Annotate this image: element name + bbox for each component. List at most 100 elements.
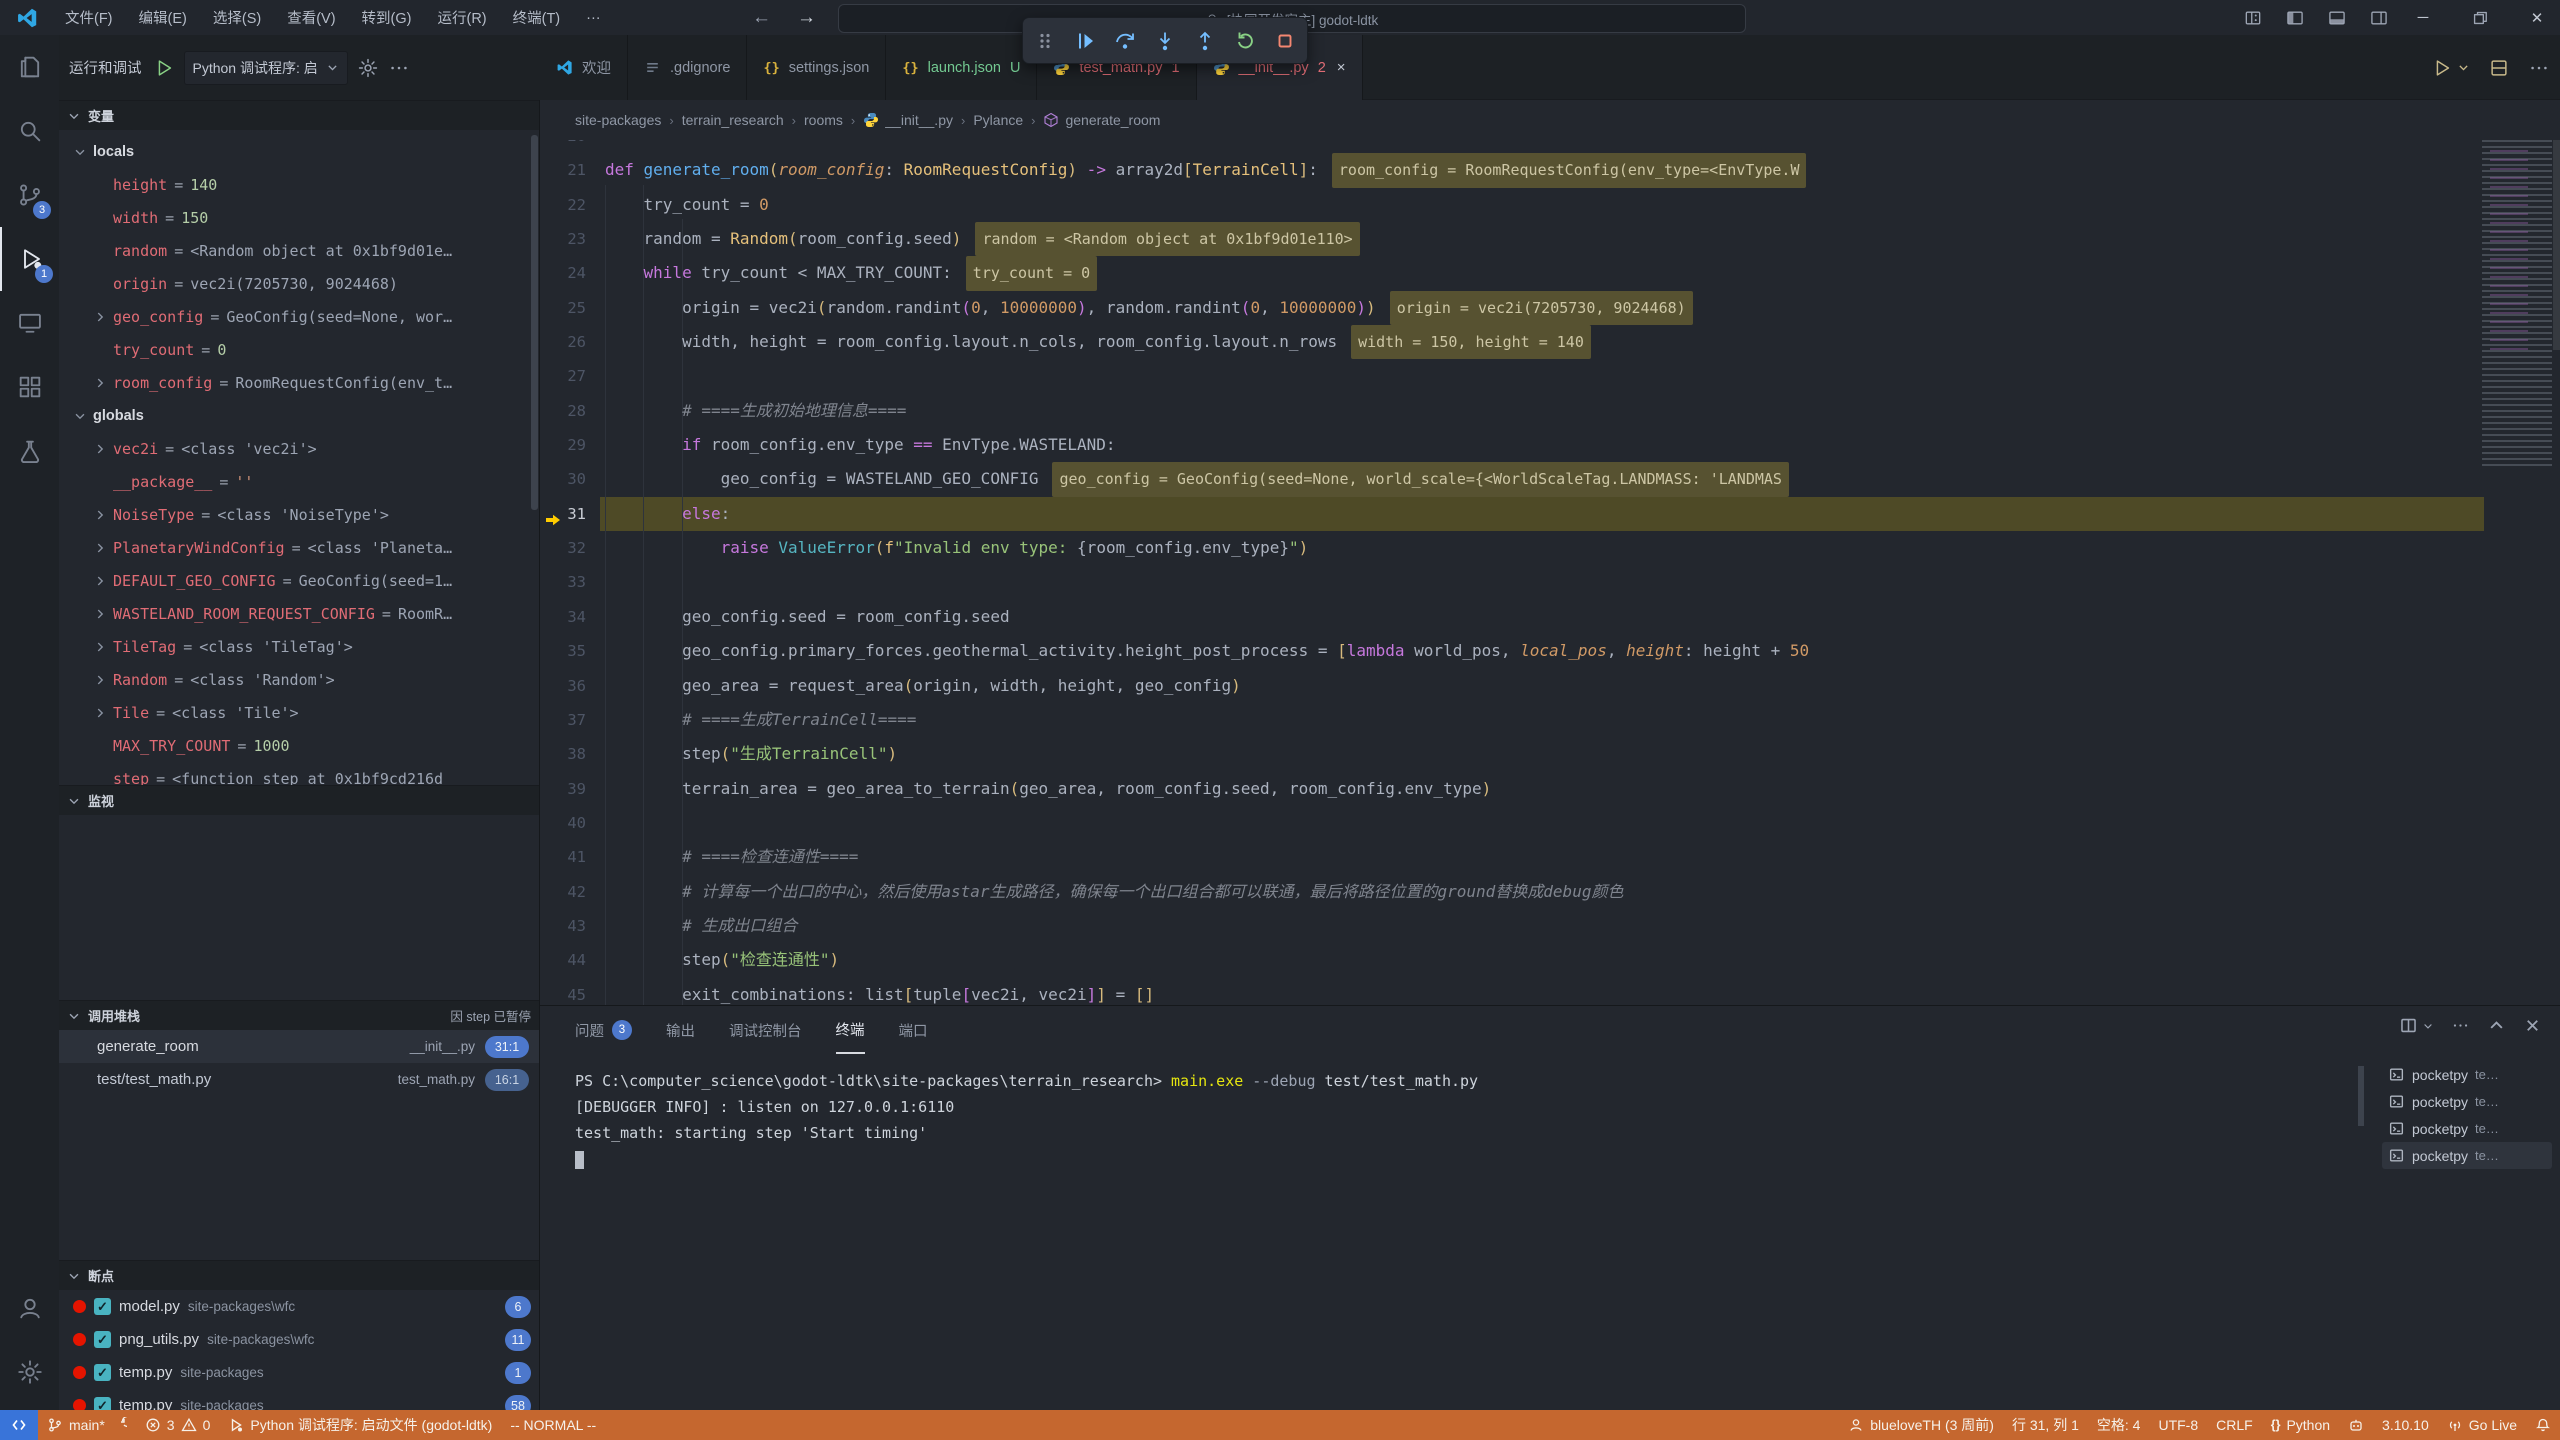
variable-row[interactable]: WASTELAND_ROOM_REQUEST_CONFIG=RoomR…	[59, 597, 539, 630]
more-actions-icon[interactable]	[2528, 57, 2550, 79]
status-debug-status[interactable]: Python 调试程序: 启动文件 (godot-ldtk)	[219, 1410, 501, 1440]
restart-icon[interactable]	[1233, 29, 1257, 53]
breadcrumb-item[interactable]: rooms	[804, 112, 843, 128]
status-python-version[interactable]: 3.10.10	[2373, 1410, 2438, 1440]
terminal-scrollbar[interactable]	[2358, 1066, 2364, 1126]
close-icon[interactable]: ×	[1337, 59, 1346, 76]
menu-item-V[interactable]: 查看(V)	[274, 0, 348, 35]
activity-item-explorer[interactable]	[0, 35, 59, 99]
menu-item-G[interactable]: 转到(G)	[349, 0, 425, 35]
debug-more-icon[interactable]	[388, 57, 410, 79]
customize-layout-icon[interactable]	[2243, 8, 2263, 28]
status-git-branch[interactable]: main*	[38, 1410, 136, 1440]
terminal-instance[interactable]: pocketpyte…	[2382, 1142, 2552, 1169]
variable-row[interactable]: width=150	[59, 201, 539, 234]
panel-tab-终端[interactable]: 终端	[836, 1006, 865, 1054]
breadcrumb-item[interactable]: generate_room	[1043, 112, 1160, 128]
variable-row[interactable]: room_config=RoomRequestConfig(env_t…	[59, 366, 539, 399]
activity-item-source-control[interactable]: 3	[0, 163, 59, 227]
variable-row[interactable]: MAX_TRY_COUNT=1000	[59, 729, 539, 762]
menu-item-R[interactable]: 运行(R)	[424, 0, 499, 35]
code-editor[interactable]: 2021def generate_room(room_config: RoomR…	[540, 140, 2560, 1005]
variable-scope-locals[interactable]: locals	[59, 135, 539, 168]
panel-tab-输出[interactable]: 输出	[666, 1006, 695, 1054]
breakpoint-row[interactable]: ✓temp.pysite-packages1	[59, 1356, 539, 1389]
status-vim-mode[interactable]: -- NORMAL --	[501, 1410, 605, 1440]
debug-settings-gear-icon[interactable]	[357, 57, 379, 79]
terminal-instance[interactable]: pocketpyte…	[2382, 1115, 2552, 1142]
status-copilot[interactable]	[2339, 1410, 2373, 1440]
stop-icon[interactable]	[1273, 29, 1297, 53]
back-arrow-icon[interactable]: ←	[752, 7, 771, 29]
status-go-live[interactable]: Go Live	[2438, 1410, 2526, 1440]
variable-row[interactable]: NoiseType=<class 'NoiseType'>	[59, 498, 539, 531]
activity-item-extensions[interactable]	[0, 355, 59, 419]
restore-button[interactable]	[2457, 8, 2503, 28]
sidebar-scrollbar[interactable]	[531, 135, 538, 510]
panel-tab-端口[interactable]: 端口	[899, 1006, 928, 1054]
toggle-secondary-sidebar-icon[interactable]	[2369, 8, 2389, 28]
menu-item-E[interactable]: 编辑(E)	[126, 0, 200, 35]
status-git-blame[interactable]: blueloveTH (3 周前)	[1839, 1410, 2003, 1440]
activity-item-run-and-debug[interactable]: 1	[0, 227, 61, 291]
variable-row[interactable]: random=<Random object at 0x1bf9d01e…	[59, 234, 539, 267]
debug-config-select[interactable]: Python 调试程序: 启	[184, 51, 348, 85]
step-out-icon[interactable]	[1193, 29, 1217, 53]
checkbox-checked-icon[interactable]: ✓	[94, 1298, 111, 1315]
breakpoints-section-header[interactable]: 断点	[59, 1260, 539, 1290]
continue-icon[interactable]	[1073, 29, 1097, 53]
variable-row[interactable]: height=140	[59, 168, 539, 201]
activity-item-accounts[interactable]	[0, 1276, 59, 1340]
stack-frame[interactable]: test/test_math.pytest_math.py16:1	[59, 1063, 539, 1096]
variable-row[interactable]: Tile=<class 'Tile'>	[59, 696, 539, 729]
split-editor-icon[interactable]	[2488, 57, 2510, 79]
variable-row[interactable]: step=<function step at 0x1bf9cd216d	[59, 762, 539, 785]
variable-row[interactable]: TileTag=<class 'TileTag'>	[59, 630, 539, 663]
minimize-button[interactable]: ─	[2400, 0, 2446, 35]
menu-item-[interactable]: ···	[573, 0, 614, 35]
activity-item-search[interactable]	[0, 99, 59, 163]
status-problems[interactable]: 30	[136, 1410, 220, 1440]
breadcrumb-item[interactable]: terrain_research	[682, 112, 784, 128]
variable-row[interactable]: DEFAULT_GEO_CONFIG=GeoConfig(seed=1…	[59, 564, 539, 597]
variable-row[interactable]: vec2i=<class 'vec2i'>	[59, 432, 539, 465]
activity-item-remote-explorer[interactable]	[0, 291, 59, 355]
start-debug-icon[interactable]	[153, 57, 175, 79]
tab-settings.json[interactable]: {}settings.json	[747, 35, 886, 100]
breadcrumb-item[interactable]: Pylance	[973, 112, 1023, 128]
panel-tab-调试控制台[interactable]: 调试控制台	[729, 1006, 802, 1054]
status-language[interactable]: {}Python	[2262, 1410, 2339, 1440]
panel-tab-问题[interactable]: 问题3	[575, 1006, 632, 1054]
variable-row[interactable]: try_count=0	[59, 333, 539, 366]
checkbox-checked-icon[interactable]: ✓	[94, 1364, 111, 1381]
toggle-panel-icon[interactable]	[2327, 8, 2347, 28]
breakpoint-row[interactable]: ✓model.pysite-packages\wfc6	[59, 1290, 539, 1323]
stack-frame[interactable]: generate_room__init__.py31:1	[59, 1030, 539, 1063]
tab-[interactable]: 欢迎	[540, 35, 628, 100]
toggle-sidebar-icon[interactable]	[2285, 8, 2305, 28]
breadcrumb-item[interactable]: site-packages	[575, 112, 661, 128]
variable-row[interactable]: __package__=''	[59, 465, 539, 498]
checkbox-checked-icon[interactable]: ✓	[94, 1331, 111, 1348]
variable-row[interactable]: PlanetaryWindConfig=<class 'Planeta…	[59, 531, 539, 564]
menu-item-T[interactable]: 终端(T)	[500, 0, 574, 35]
step-into-icon[interactable]	[1153, 29, 1177, 53]
breadcrumb-item[interactable]: __init__.py	[863, 112, 953, 128]
chevron-down-icon[interactable]	[2457, 61, 2470, 74]
variable-row[interactable]: Random=<class 'Random'>	[59, 663, 539, 696]
terminal-instance[interactable]: pocketpyte…	[2382, 1088, 2552, 1115]
variables-section-header[interactable]: 变量	[59, 100, 539, 130]
status-remote-indicator[interactable]	[0, 1410, 38, 1440]
menu-item-F[interactable]: 文件(F)	[52, 0, 126, 35]
breakpoint-row[interactable]: ✓png_utils.pysite-packages\wfc11	[59, 1323, 539, 1356]
variable-row[interactable]: geo_config=GeoConfig(seed=None, wor…	[59, 300, 539, 333]
status-encoding[interactable]: UTF-8	[2149, 1410, 2207, 1440]
close-panel-icon[interactable]	[2523, 1016, 2542, 1035]
status-cursor-position[interactable]: 行 31, 列 1	[2003, 1410, 2088, 1440]
terminal-output[interactable]: PS C:\computer_science\godot-ldtk\site-p…	[575, 1068, 2340, 1410]
activity-item-testing[interactable]	[0, 419, 59, 483]
status-notifications[interactable]	[2526, 1410, 2560, 1440]
forward-arrow-icon[interactable]: →	[797, 7, 816, 29]
call-stack-section-header[interactable]: 调用堆栈 因 step 已暂停	[59, 1000, 539, 1030]
maximize-panel-icon[interactable]	[2487, 1016, 2506, 1035]
